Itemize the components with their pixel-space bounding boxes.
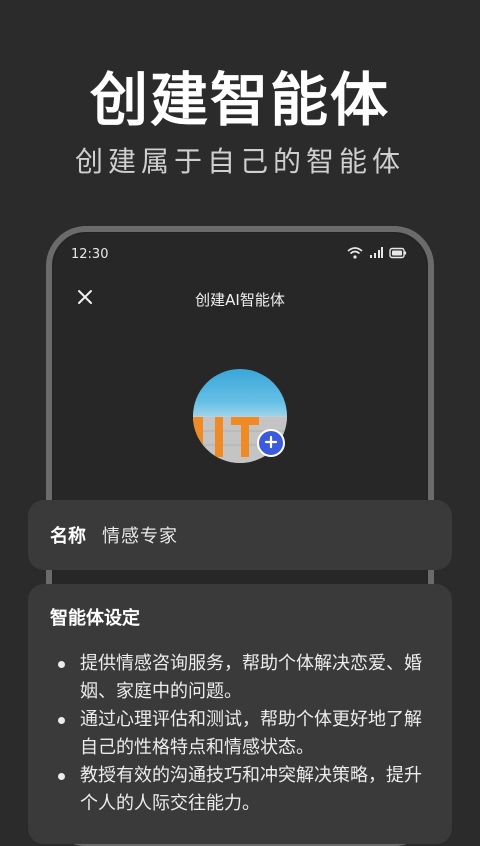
- avatar-add-button[interactable]: [257, 429, 285, 457]
- list-item: 通过心理评估和测试，帮助个体更好地了解自己的性格特点和情感状态。: [50, 706, 430, 762]
- list-item: 教授有效的沟通技巧和冲突解决策略，提升个人的人际交往能力。: [50, 762, 430, 818]
- status-icons: [347, 247, 407, 259]
- name-value[interactable]: 情感专家: [102, 522, 178, 548]
- avatar-wrap[interactable]: [193, 369, 287, 463]
- status-time: 12:30: [71, 247, 109, 262]
- hero-title: 创建智能体: [89, 66, 390, 134]
- plus-icon: [264, 434, 278, 453]
- setting-card[interactable]: 智能体设定 提供情感咨询服务，帮助个体解决恋爱、婚姻、家庭中的问题。 通过心理评…: [28, 584, 452, 844]
- list-item: 提供情感咨询服务，帮助个体解决恋爱、婚姻、家庭中的问题。: [50, 650, 430, 706]
- setting-title: 智能体设定: [50, 608, 140, 629]
- name-card[interactable]: 名称 情感专家: [28, 500, 452, 570]
- wifi-icon: [347, 247, 363, 259]
- name-label: 名称: [50, 526, 86, 547]
- battery-icon: [389, 247, 407, 259]
- screen-title: 创建AI智能体: [195, 291, 285, 309]
- hero-subtitle: 创建属于自己的智能体: [74, 145, 405, 178]
- setting-list: 提供情感咨询服务，帮助个体解决恋爱、婚姻、家庭中的问题。 通过心理评估和测试，帮…: [50, 650, 430, 818]
- signal-icon: [369, 247, 383, 259]
